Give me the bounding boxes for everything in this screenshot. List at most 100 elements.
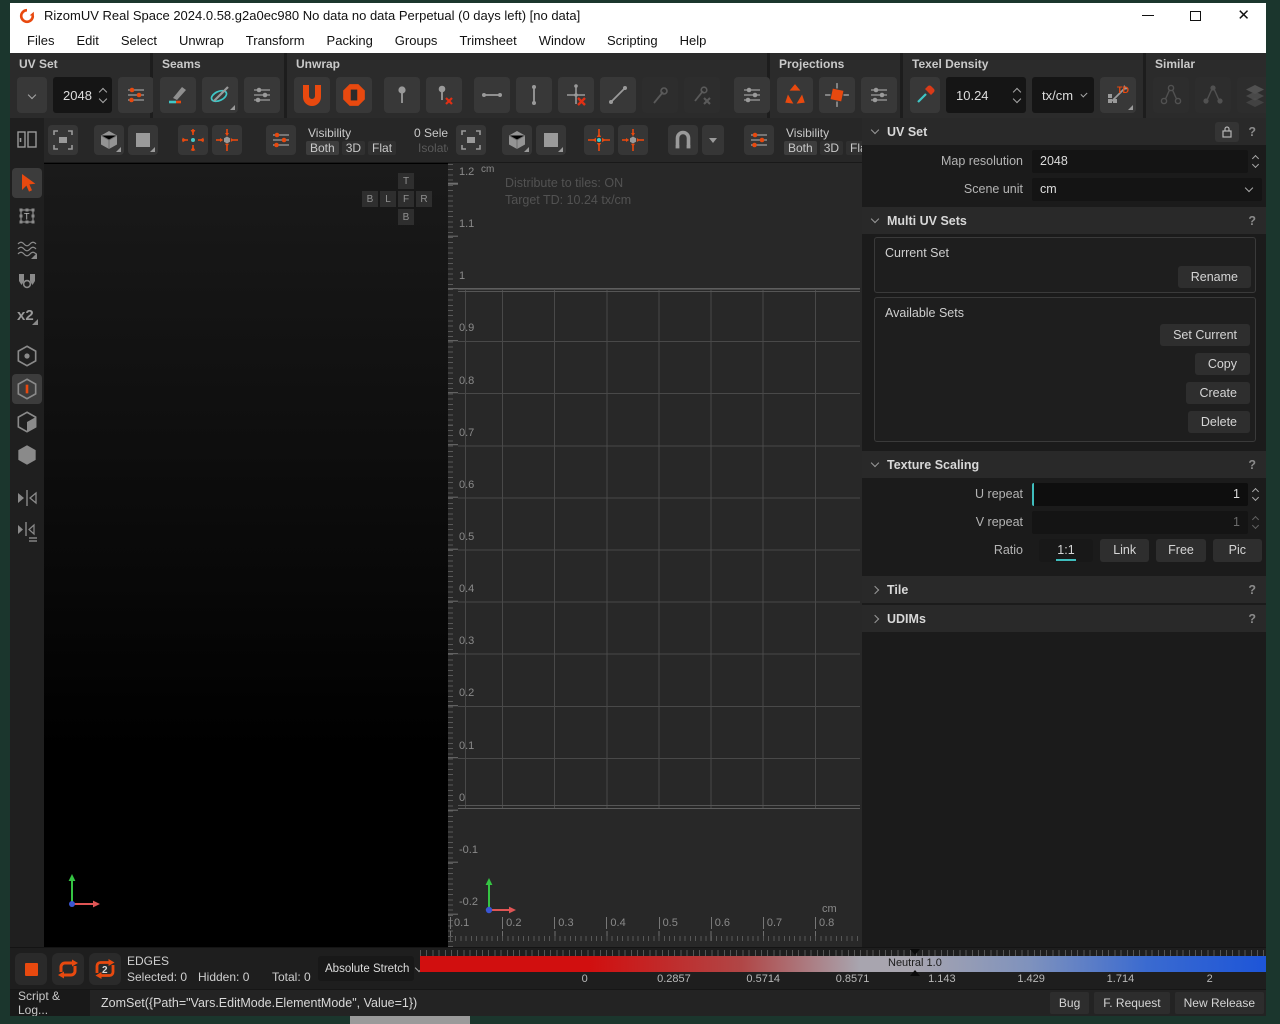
uv-mode-3d[interactable]: 3D: [820, 141, 843, 155]
texel-density-spinbox[interactable]: 10.24: [946, 77, 1026, 113]
brush-deform-tool-button[interactable]: [12, 234, 42, 264]
ratio-pic-button[interactable]: Pic: [1213, 539, 1262, 562]
vertex-mode-button[interactable]: [12, 341, 42, 371]
uv-focus-selection-button[interactable]: [584, 125, 614, 155]
island-mode-button[interactable]: [12, 440, 42, 470]
texel-picker-button[interactable]: [910, 77, 940, 113]
v-repeat-spinner[interactable]: [1248, 517, 1262, 528]
menu-item[interactable]: Files: [16, 33, 65, 48]
help-button[interactable]: ?: [1248, 458, 1256, 472]
viewcube-top[interactable]: T: [398, 173, 414, 189]
u-repeat-input[interactable]: 1: [1032, 483, 1248, 506]
unwrap-button[interactable]: [294, 77, 330, 113]
scene-unit-dropdown[interactable]: cm: [1032, 178, 1262, 201]
section-tile[interactable]: Tile ?: [862, 576, 1266, 603]
projections-options-button[interactable]: [861, 77, 897, 113]
viewcube-back[interactable]: B: [362, 191, 378, 207]
mode-flat[interactable]: Flat: [368, 141, 396, 155]
menu-item[interactable]: Groups: [384, 33, 449, 48]
symmetry-button[interactable]: [12, 483, 42, 513]
remove-constraints-button[interactable]: [558, 77, 594, 113]
help-button[interactable]: ?: [1248, 214, 1256, 228]
section-multi-uv-sets[interactable]: Multi UV Sets ?: [862, 207, 1266, 234]
snap-magnet-button[interactable]: [668, 125, 698, 155]
focus-selection-button[interactable]: [178, 125, 208, 155]
menu-item[interactable]: Help: [669, 33, 718, 48]
viewport-uv[interactable]: Visibility Both 3D Flat 1.21.110.90.80.7…: [448, 118, 862, 947]
maximize-button[interactable]: [1190, 11, 1201, 21]
uvset-dropdown-button[interactable]: [17, 77, 47, 113]
uv-fit-view-button[interactable]: [456, 125, 486, 155]
double-tool-button[interactable]: x2: [12, 300, 42, 330]
mode-both[interactable]: Both: [306, 141, 339, 155]
split-view-button[interactable]: [12, 125, 42, 155]
uv-focus-all-button[interactable]: [618, 125, 648, 155]
focus-all-button[interactable]: [212, 125, 242, 155]
seams-stitch-button[interactable]: [202, 77, 238, 113]
map-resolution-input[interactable]: 2048: [1032, 150, 1248, 173]
viewcube-bottom[interactable]: B: [398, 209, 414, 225]
texel-unit-dropdown[interactable]: tx/cm: [1032, 77, 1094, 113]
script-log-button[interactable]: Script & Log...: [10, 990, 90, 1016]
menu-item[interactable]: Select: [110, 33, 168, 48]
symmetry-options-button[interactable]: [12, 516, 42, 546]
snap-options-dropdown[interactable]: [702, 125, 724, 155]
close-button[interactable]: ✕: [1237, 11, 1250, 21]
uvset-resolution-spinbox[interactable]: 2048: [53, 77, 112, 113]
ratio-1-1-button[interactable]: 1:1: [1039, 539, 1093, 562]
background-mode-button[interactable]: [128, 125, 158, 155]
stop-button[interactable]: [15, 953, 47, 985]
copy-button[interactable]: Copy: [1195, 353, 1250, 375]
minimize-button[interactable]: [1142, 15, 1154, 16]
help-button[interactable]: ?: [1248, 583, 1256, 597]
constrain-horizontal-button[interactable]: [474, 77, 510, 113]
v-repeat-input[interactable]: 1: [1032, 511, 1248, 534]
feature-request-button[interactable]: F. Request: [1094, 992, 1169, 1014]
neutral-marker-top[interactable]: [910, 949, 920, 955]
ratio-link-button[interactable]: Link: [1100, 539, 1149, 562]
section-uv-set[interactable]: UV Set ?: [862, 118, 1266, 145]
viewport-3d[interactable]: Visibility Both 3D Flat 0 Selected Isola…: [44, 118, 448, 947]
menu-item[interactable]: Trimsheet: [448, 33, 527, 48]
section-udims[interactable]: UDIMs ?: [862, 605, 1266, 632]
autofit-loop-button[interactable]: [52, 953, 84, 985]
stretch-mode-dropdown[interactable]: Absolute Stretch: [318, 956, 414, 981]
stretch-gradient-widget[interactable]: Neutral 1.0 00.28570.57140.85711.1431.42…: [420, 948, 1266, 990]
pin-button[interactable]: [384, 77, 420, 113]
weld-tool-button[interactable]: [12, 267, 42, 297]
seams-options-button[interactable]: [244, 77, 280, 113]
uv-shading-mode-button[interactable]: [502, 125, 532, 155]
menu-item[interactable]: Unwrap: [168, 33, 235, 48]
bug-button[interactable]: Bug: [1050, 992, 1089, 1014]
viewcube-front[interactable]: F: [398, 191, 414, 207]
set-texel-density-button[interactable]: TD: [1100, 77, 1136, 113]
fit-view-button[interactable]: [48, 125, 78, 155]
unwrap-cut-button[interactable]: [336, 77, 372, 113]
set-current-button[interactable]: Set Current: [1160, 324, 1250, 346]
uvset-options-button[interactable]: [118, 77, 154, 113]
viewport-3d-canvas[interactable]: T B L F R B: [44, 164, 448, 947]
mode-3d[interactable]: 3D: [342, 141, 365, 155]
viewport-3d-options-button[interactable]: [266, 125, 296, 155]
rename-button[interactable]: Rename: [1178, 266, 1251, 288]
seams-brush-button[interactable]: [160, 77, 196, 113]
menu-item[interactable]: Window: [528, 33, 596, 48]
projection-box-button[interactable]: [819, 77, 855, 113]
viewport-uv-options-button[interactable]: [744, 125, 774, 155]
menu-item[interactable]: Edit: [65, 33, 109, 48]
lock-button[interactable]: [1215, 122, 1239, 142]
menu-item[interactable]: Packing: [316, 33, 384, 48]
projection-planar-button[interactable]: [777, 77, 813, 113]
select-tool-button[interactable]: [12, 168, 42, 198]
uv-background-mode-button[interactable]: [536, 125, 566, 155]
constrain-vertical-button[interactable]: [516, 77, 552, 113]
shading-mode-button[interactable]: [94, 125, 124, 155]
u-repeat-spinner[interactable]: [1248, 489, 1262, 500]
viewcube-left[interactable]: L: [380, 191, 396, 207]
autofit-loop2-button[interactable]: 2: [89, 953, 121, 985]
help-button[interactable]: ?: [1248, 125, 1256, 139]
create-button[interactable]: Create: [1186, 382, 1250, 404]
transform-tool-button[interactable]: T: [12, 201, 42, 231]
viewport-uv-canvas[interactable]: 1.21.110.90.80.70.60.50.40.30.20.10-0.1-…: [448, 164, 862, 947]
constrain-diagonal-button[interactable]: [600, 77, 636, 113]
